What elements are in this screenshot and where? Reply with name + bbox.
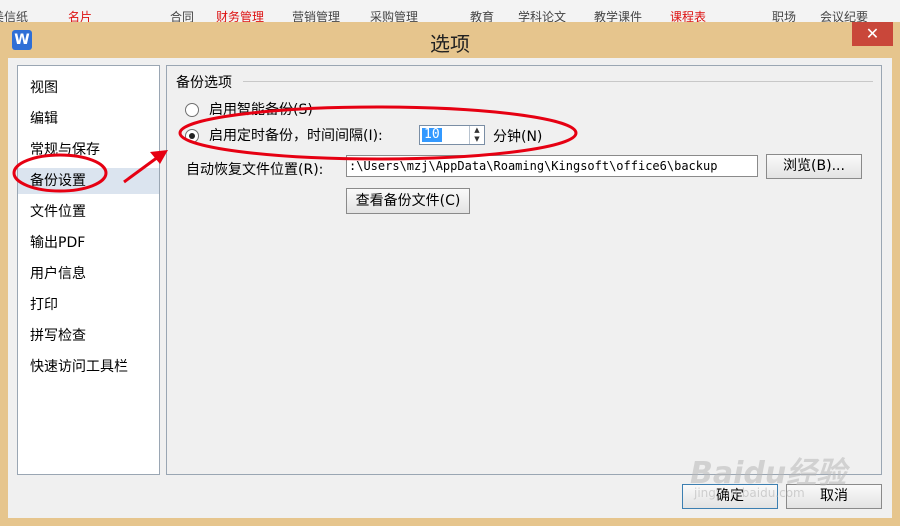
watermark-url: jingyan.baidu.com — [694, 486, 805, 500]
nav-item-general-save[interactable]: 常规与保存 — [18, 137, 159, 163]
interval-unit-label: 分钟(N) — [493, 129, 543, 145]
nav-item-edit[interactable]: 编辑 — [18, 106, 159, 132]
view-backup-files-button[interactable]: 查看备份文件(C) — [346, 188, 470, 214]
baidu-jingyan-watermark: Baidu经验 jingyan.baidu.com — [690, 448, 890, 508]
bg-tab: 采购管理 — [370, 10, 419, 22]
recover-path-input[interactable]: :\Users\mzj\AppData\Roaming\Kingsoft\off… — [346, 155, 758, 177]
bg-tab: 会议纪要 — [820, 10, 869, 22]
bg-tab: 教学课件 — [594, 10, 643, 22]
bg-tab: 营销管理 — [292, 10, 341, 22]
bg-tab: 教育 — [470, 10, 495, 22]
close-button[interactable]: ✕ — [852, 22, 893, 46]
timed-backup-radio[interactable] — [185, 129, 199, 143]
group-divider — [243, 81, 873, 82]
bg-tab: 课程表 — [670, 10, 707, 22]
bg-tab: 职场 — [772, 10, 797, 22]
dialog-title-bar[interactable]: W 选项 ✕ — [0, 22, 900, 58]
bg-tab: 美信纸 — [0, 10, 29, 22]
bg-tab: 学科论文 — [518, 10, 567, 22]
smart-backup-label: 启用智能备份(S) — [209, 102, 313, 118]
nav-item-file-locations[interactable]: 文件位置 — [18, 199, 159, 225]
backup-interval-spinner[interactable]: 10 ▲ ▼ — [419, 125, 485, 145]
nav-item-spell-check[interactable]: 拼写检查 — [18, 323, 159, 349]
backup-options-group-title: 备份选项 — [176, 75, 232, 91]
nav-item-view[interactable]: 视图 — [18, 75, 159, 101]
browse-button[interactable]: 浏览(B)... — [766, 154, 862, 179]
dialog-title: 选项 — [430, 32, 470, 56]
spinner-down-icon[interactable]: ▼ — [470, 135, 484, 144]
recover-path-label: 自动恢复文件位置(R): — [186, 162, 324, 178]
nav-item-print[interactable]: 打印 — [18, 292, 159, 318]
backup-settings-panel: 备份选项 启用智能备份(S) 启用定时备份，时间间隔(I): 10 ▲ ▼ 分钟… — [166, 65, 882, 475]
nav-item-export-pdf[interactable]: 输出PDF — [18, 230, 159, 256]
timed-backup-label: 启用定时备份，时间间隔(I): — [209, 128, 383, 144]
bg-tab: 名片 — [68, 10, 93, 22]
options-category-list: 视图 编辑 常规与保存 备份设置 文件位置 输出PDF 用户信息 打印 拼写检查… — [17, 65, 160, 475]
nav-item-backup-settings[interactable]: 备份设置 — [18, 168, 159, 194]
backup-interval-input[interactable]: 10 — [422, 128, 442, 142]
nav-item-user-info[interactable]: 用户信息 — [18, 261, 159, 287]
nav-item-quick-access-toolbar[interactable]: 快速访问工具栏 — [18, 354, 159, 380]
bg-tab: 财务管理 — [216, 10, 265, 22]
spinner-arrows: ▲ ▼ — [469, 126, 484, 144]
bg-tab: 合同 — [170, 10, 195, 22]
spinner-up-icon[interactable]: ▲ — [470, 126, 484, 135]
close-icon: ✕ — [865, 24, 880, 43]
background-app-tabs: 美信纸 名片 合同 财务管理 营销管理 采购管理 教育 学科论文 教学课件 课程… — [0, 0, 900, 22]
smart-backup-radio[interactable] — [185, 103, 199, 117]
